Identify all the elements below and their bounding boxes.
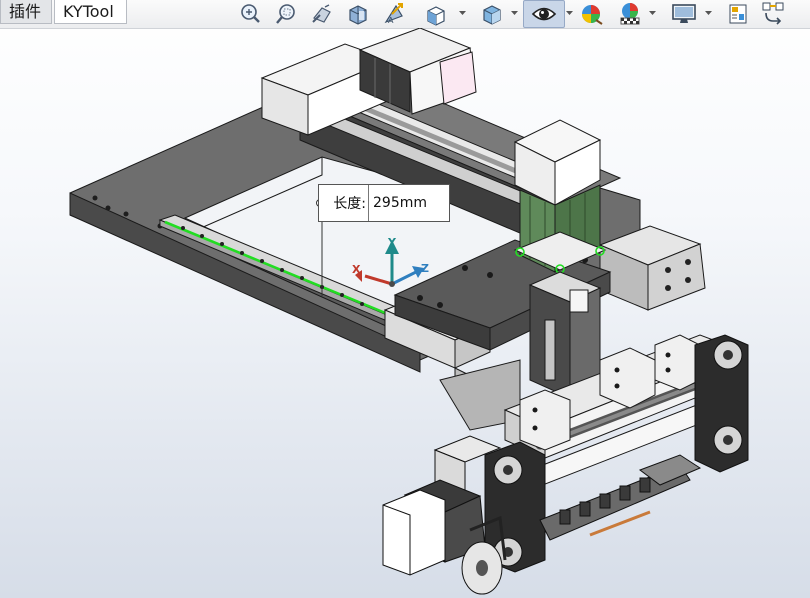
section-view-icon — [349, 5, 367, 25]
previous-view-button[interactable] — [308, 0, 336, 28]
chevron-down-icon — [704, 10, 712, 15]
display-style-button[interactable] — [478, 0, 506, 28]
chevron-down-icon — [458, 10, 466, 15]
edit-appearance-icon — [582, 5, 603, 25]
zoom-to-area-icon — [276, 4, 295, 24]
zoom-to-fit-icon — [241, 4, 260, 23]
triad-x-label: X — [352, 263, 361, 276]
view-orientation-dropdown[interactable] — [458, 7, 466, 19]
display-style-dropdown[interactable] — [510, 7, 518, 19]
tab-plugins[interactable]: 插件 — [0, 0, 52, 24]
zoom-to-area-button[interactable] — [272, 0, 300, 28]
view-settings-button[interactable] — [670, 0, 698, 28]
belt-pulley-right[interactable] — [694, 334, 749, 473]
zoom-to-fit-button[interactable] — [236, 0, 264, 28]
monitor-icon — [672, 4, 696, 23]
hide-show-dropdown[interactable] — [565, 7, 573, 19]
apply-scene-dropdown[interactable] — [648, 7, 656, 19]
hide-show-items-icon — [531, 7, 557, 21]
dimension-callout[interactable]: 长度: 295mm — [318, 184, 450, 222]
tab-kytool[interactable]: KYTool — [54, 0, 127, 24]
apply-scene-icon — [620, 3, 640, 25]
hide-show-items-button[interactable] — [523, 0, 565, 28]
dynamic-annotation-button[interactable]: A — [380, 0, 408, 28]
view-orientation-icon — [427, 6, 445, 26]
triad-z-label: Z — [421, 262, 429, 275]
previous-view-icon — [312, 4, 331, 23]
chevron-down-icon — [648, 10, 656, 15]
section-view-button[interactable] — [344, 0, 372, 28]
copy-settings-icon — [762, 2, 784, 25]
view-orientation-button[interactable] — [422, 0, 450, 28]
svg-text:A: A — [388, 16, 394, 25]
command-manager-bar: 插件 KYTool A — [0, 0, 810, 29]
dimension-label: 长度: — [319, 185, 369, 221]
edit-appearance-button[interactable] — [578, 0, 606, 28]
apply-scene-button[interactable] — [616, 0, 644, 28]
stepper-motor-vertical[interactable] — [513, 119, 607, 274]
chevron-down-icon — [565, 10, 573, 15]
sheet-format-icon — [729, 4, 747, 24]
view-settings-dropdown[interactable] — [704, 7, 712, 19]
dynamic-annotation-icon: A — [384, 3, 403, 25]
triad-y-label: Y — [388, 236, 396, 249]
display-style-icon — [483, 5, 501, 25]
dimension-value[interactable]: 295mm — [369, 185, 449, 221]
chevron-down-icon — [510, 10, 518, 15]
graphics-viewport[interactable] — [0, 28, 810, 598]
sheet-format-button[interactable] — [724, 0, 752, 28]
right-rail-block[interactable] — [598, 225, 706, 311]
copy-settings-button[interactable] — [760, 0, 788, 28]
